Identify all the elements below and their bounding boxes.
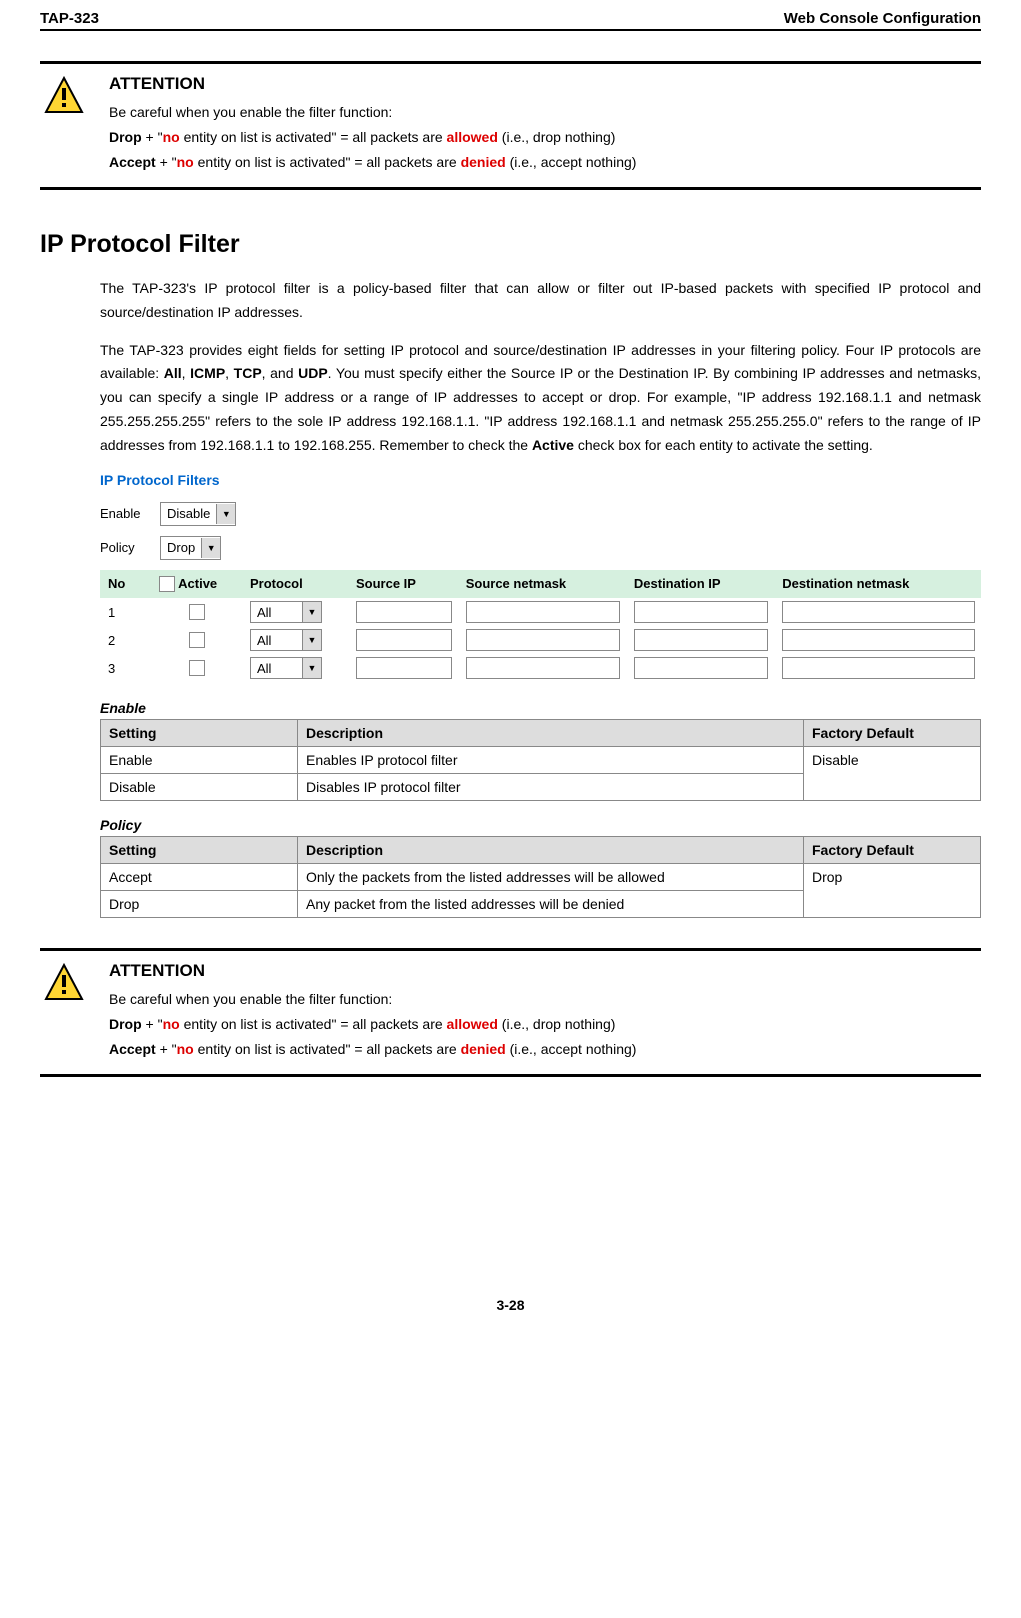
ss-protocol-select[interactable]: All▼ <box>250 657 322 679</box>
attention-accept-line: Accept + "no entity on list is activated… <box>109 1039 981 1060</box>
header-right: Web Console Configuration <box>784 10 981 27</box>
ss-srcip-input[interactable] <box>356 629 452 651</box>
ip-filter-screenshot: IP Protocol Filters Enable Disable ▼ Pol… <box>100 472 981 683</box>
ss-enable-select[interactable]: Disable ▼ <box>160 502 236 526</box>
policy-table-title: Policy <box>100 817 981 833</box>
attention-drop-line: Drop + "no entity on list is activated" … <box>109 127 981 148</box>
ss-active-checkbox[interactable] <box>189 660 205 676</box>
attention-careful: Be careful when you enable the filter fu… <box>109 989 981 1010</box>
attention-box-top: ATTENTION Be careful when you enable the… <box>40 61 981 190</box>
paragraph-2: The TAP-323 provides eight fields for se… <box>100 339 981 458</box>
attention-careful: Be careful when you enable the filter fu… <box>109 102 981 123</box>
ss-srcmask-input[interactable] <box>466 629 620 651</box>
header-left: TAP-323 <box>40 10 99 27</box>
ss-policy-label: Policy <box>100 540 160 555</box>
chevron-down-icon: ▼ <box>302 630 321 650</box>
ss-th-srcmask: Source netmask <box>458 570 626 599</box>
chevron-down-icon: ▼ <box>216 504 235 524</box>
warning-icon <box>44 963 84 1003</box>
page-header: TAP-323 Web Console Configuration <box>40 10 981 31</box>
ss-th-srcip: Source IP <box>348 570 458 599</box>
ss-dstip-input[interactable] <box>634 601 768 623</box>
ss-th-dstmask: Destination netmask <box>774 570 981 599</box>
ss-policy-select[interactable]: Drop ▼ <box>160 536 221 560</box>
attention-accept-line: Accept + "no entity on list is activated… <box>109 152 981 173</box>
paragraph-1: The TAP-323's IP protocol filter is a po… <box>100 277 981 325</box>
policy-settings-table: Setting Description Factory Default Acce… <box>100 836 981 918</box>
ss-th-active: Active <box>151 570 242 599</box>
ss-enable-label: Enable <box>100 506 160 521</box>
ss-dstip-input[interactable] <box>634 657 768 679</box>
ss-row-1: 1 All▼ <box>100 598 981 626</box>
ss-srcmask-input[interactable] <box>466 601 620 623</box>
ss-row-2: 2 All▼ <box>100 626 981 654</box>
ss-srcip-input[interactable] <box>356 601 452 623</box>
ss-active-checkbox[interactable] <box>189 632 205 648</box>
attention-drop-line: Drop + "no entity on list is activated" … <box>109 1014 981 1035</box>
ss-th-no: No <box>100 570 151 599</box>
chevron-down-icon: ▼ <box>201 538 220 558</box>
ss-dstmask-input[interactable] <box>782 629 975 651</box>
ss-title: IP Protocol Filters <box>100 472 981 488</box>
attention-title: ATTENTION <box>109 961 981 981</box>
ss-srcip-input[interactable] <box>356 657 452 679</box>
ss-dstmask-input[interactable] <box>782 601 975 623</box>
ss-row-3: 3 All▼ <box>100 654 981 682</box>
ss-protocol-select[interactable]: All▼ <box>250 629 322 651</box>
ss-th-protocol: Protocol <box>242 570 348 599</box>
ss-filter-table: No Active Protocol Source IP Source netm… <box>100 570 981 683</box>
ss-protocol-select[interactable]: All▼ <box>250 601 322 623</box>
warning-icon <box>44 76 84 116</box>
enable-settings-table: Setting Description Factory Default Enab… <box>100 719 981 801</box>
attention-title: ATTENTION <box>109 74 981 94</box>
chevron-down-icon: ▼ <box>302 602 321 622</box>
section-heading: IP Protocol Filter <box>40 230 981 259</box>
ss-active-all-checkbox[interactable] <box>159 576 175 592</box>
ss-dstmask-input[interactable] <box>782 657 975 679</box>
ss-srcmask-input[interactable] <box>466 657 620 679</box>
chevron-down-icon: ▼ <box>302 658 321 678</box>
ss-dstip-input[interactable] <box>634 629 768 651</box>
page-number: 3-28 <box>40 1297 981 1313</box>
attention-box-bottom: ATTENTION Be careful when you enable the… <box>40 948 981 1077</box>
enable-table-title: Enable <box>100 700 981 716</box>
ss-active-checkbox[interactable] <box>189 604 205 620</box>
ss-th-dstip: Destination IP <box>626 570 774 599</box>
